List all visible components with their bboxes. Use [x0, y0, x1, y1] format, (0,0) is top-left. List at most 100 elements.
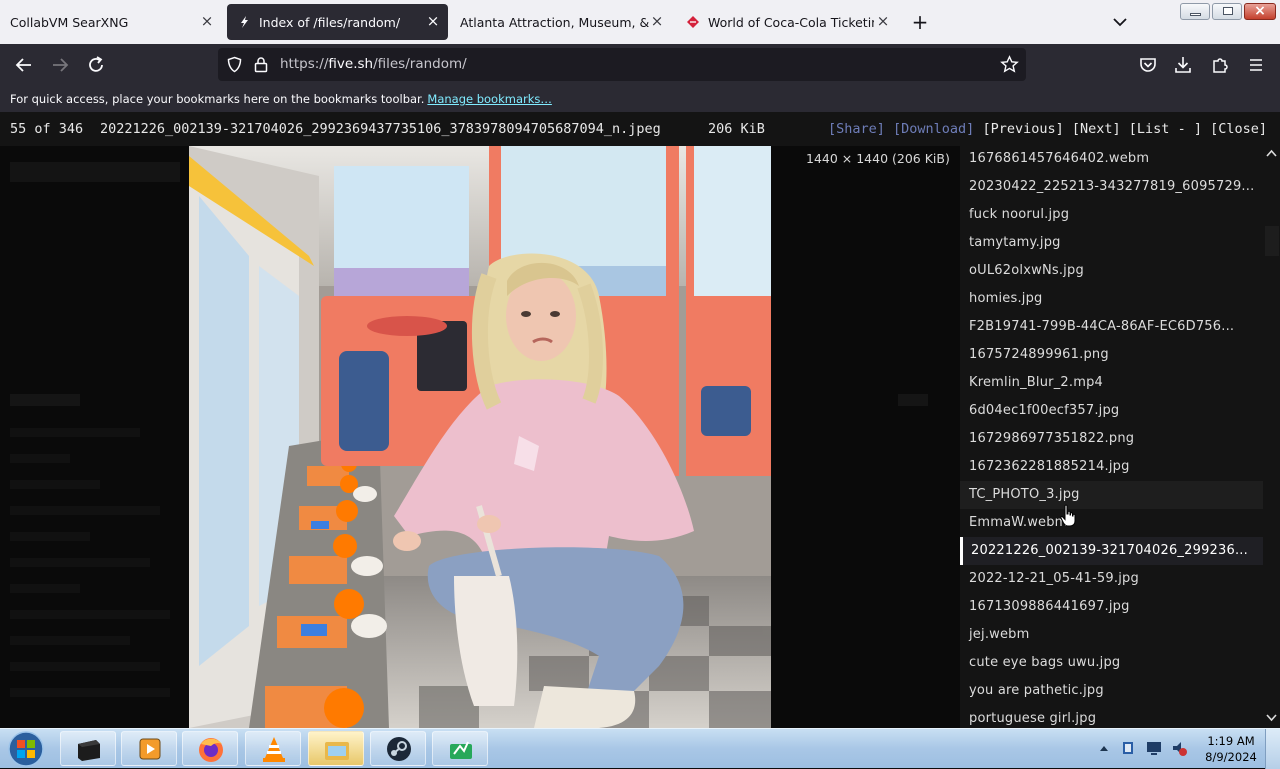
list-toggle-link[interactable]: [List - ]: [1129, 121, 1202, 137]
list-all-tabs-chevron-icon[interactable]: [1110, 12, 1130, 32]
clock-date: 8/9/2024: [1205, 750, 1257, 764]
file-list-item[interactable]: portuguese girl.jpg: [960, 705, 1263, 728]
vlc-icon: [263, 737, 285, 762]
image-dimensions: 1440 × 1440 (206 KiB): [806, 151, 950, 166]
url-host: five.sh: [328, 56, 374, 72]
file-list-item[interactable]: 20221226_002139-321704026_299236...: [960, 537, 1263, 565]
shield-icon[interactable]: [226, 56, 243, 73]
manage-bookmarks-link[interactable]: Manage bookmarks…: [427, 92, 552, 106]
file-list: 1676861457646402.webm 20230422_225213-343…: [960, 146, 1263, 728]
minimize-window-button[interactable]: [1180, 3, 1210, 20]
firefox-icon: [199, 738, 223, 762]
file-list-item[interactable]: 1671309886441697.jpg: [960, 593, 1263, 621]
taskbar-steam[interactable]: [370, 731, 426, 766]
file-list-item[interactable]: TC_PHOTO_3.jpg: [960, 481, 1263, 509]
taskbar-network-tool[interactable]: [432, 731, 488, 766]
file-list-scrollbar[interactable]: [1263, 146, 1280, 728]
media-center-icon: [139, 738, 161, 760]
close-window-button[interactable]: ×: [1244, 3, 1276, 20]
file-list-item[interactable]: fuck noorul.jpg: [960, 201, 1263, 229]
downloads-icon[interactable]: [1171, 53, 1195, 77]
tab-world-of-coca-cola[interactable]: World of Coca-Cola Ticketing Sys ×: [676, 0, 898, 44]
tab-atlanta-attraction[interactable]: Atlanta Attraction, Museum, & Venue ×: [450, 0, 672, 44]
taskbar-file-explorer[interactable]: [308, 731, 364, 766]
close-icon[interactable]: ×: [426, 14, 440, 29]
file-list-item[interactable]: F2B19741-799B-44CA-86AF-EC6D756...: [960, 313, 1263, 341]
extensions-icon[interactable]: [1208, 53, 1232, 77]
gallery-filename: 20221226_002139-321704026_29923694377351…: [100, 121, 661, 137]
five-sh-favicon-icon: [241, 16, 248, 28]
back-arrow-icon[interactable]: [12, 53, 36, 77]
file-list-item[interactable]: Kremlin_Blur_2.mp4: [960, 369, 1263, 397]
file-list-panel: 1676861457646402.webm 20230422_225213-343…: [960, 146, 1280, 728]
gallery-position: 55 of 346: [10, 121, 84, 137]
network-tool-icon: [450, 741, 472, 759]
taskbar-firefox[interactable]: [182, 731, 238, 766]
bookmark-star-icon[interactable]: [1000, 55, 1019, 74]
next-link[interactable]: [Next]: [1072, 121, 1121, 137]
file-list-item[interactable]: 1672362281885214.jpg: [960, 453, 1263, 481]
tab-title: Index of /files/random/: [259, 14, 401, 30]
file-list-item[interactable]: 6d04ec1f00ecf357.jpg: [960, 397, 1263, 425]
network-monitor-icon[interactable]: [1145, 739, 1163, 757]
file-list-item[interactable]: EmmaW.webm: [960, 509, 1263, 537]
gallery-actions: [Share] [Download] [Previous] [Next] [Li…: [828, 121, 1267, 137]
close-icon[interactable]: ×: [876, 14, 890, 29]
forward-arrow-icon[interactable]: [48, 53, 72, 77]
url-path: /files/random/: [373, 56, 467, 72]
download-link[interactable]: [Download]: [893, 121, 974, 137]
start-button-windows-logo-icon[interactable]: [6, 730, 46, 768]
tab-strip: CollabVM SearXNG × Index of /files/rando…: [0, 0, 1280, 44]
gallery-viewer: 1440 × 1440 (206 KiB): [0, 146, 960, 728]
bookmarks-toolbar: For quick access, place your bookmarks h…: [0, 86, 1280, 112]
close-icon[interactable]: ×: [200, 14, 214, 29]
taskbar-terminal[interactable]: [60, 731, 116, 766]
file-list-item[interactable]: homies.jpg: [960, 285, 1263, 313]
scroll-down-chevron-icon[interactable]: [1266, 714, 1277, 722]
file-list-item[interactable]: cute eye bags uwu.jpg: [960, 649, 1263, 677]
taskbar-clock[interactable]: 1:19 AM 8/9/2024: [1200, 733, 1262, 765]
file-list-item[interactable]: you are pathetic.jpg: [960, 677, 1263, 705]
steam-icon: [387, 737, 411, 761]
pocket-icon[interactable]: [1136, 53, 1160, 77]
new-tab-button[interactable]: +: [910, 12, 930, 32]
restore-window-button[interactable]: [1212, 3, 1242, 20]
tab-title: World of Coca-Cola Ticketing Sys: [708, 14, 874, 30]
tab-title: Atlanta Attraction, Museum, & Venue: [460, 14, 650, 30]
show-desktop-button[interactable]: [1265, 729, 1280, 769]
taskbar-media-center[interactable]: [121, 731, 177, 766]
file-list-item[interactable]: 1675724899961.png: [960, 341, 1263, 369]
file-list-item[interactable]: tamytamy.jpg: [960, 229, 1263, 257]
previous-link[interactable]: [Previous]: [982, 121, 1063, 137]
scrollbar-thumb[interactable]: [1265, 226, 1279, 256]
address-bar[interactable]: https://five.sh/files/random/: [218, 48, 1026, 81]
taskbar-vlc[interactable]: [245, 731, 301, 766]
lock-icon[interactable]: [253, 56, 269, 73]
action-center-flag-icon[interactable]: [1120, 739, 1138, 757]
file-list-item[interactable]: 2022-12-21_05-41-59.jpg: [960, 565, 1263, 593]
url-text[interactable]: https://five.sh/files/random/: [280, 56, 467, 72]
close-gallery-link[interactable]: [Close]: [1210, 121, 1267, 137]
tab-index-files-random[interactable]: Index of /files/random/ ×: [227, 4, 448, 40]
scroll-up-chevron-icon[interactable]: [1266, 149, 1277, 157]
windows-taskbar: 1:19 AM 8/9/2024: [0, 728, 1280, 769]
file-list-item[interactable]: jej.webm: [960, 621, 1263, 649]
share-link[interactable]: [Share]: [828, 121, 885, 137]
gallery-header: 55 of 346 20221226_002139-321704026_2992…: [0, 112, 1280, 146]
coca-cola-favicon-icon: [687, 16, 699, 28]
tab-collabvm-searxng[interactable]: CollabVM SearXNG ×: [0, 0, 222, 44]
file-list-item[interactable]: 1676861457646402.webm: [960, 146, 1263, 173]
gallery-photo[interactable]: [189, 146, 771, 728]
file-list-item[interactable]: 20230422_225213-343277819_6095729...: [960, 173, 1263, 201]
gallery-filesize: 206 KiB: [708, 121, 765, 137]
file-list-item[interactable]: oUL62olxwNs.jpg: [960, 257, 1263, 285]
reload-icon[interactable]: [84, 53, 108, 77]
file-list-item[interactable]: 1672986977351822.png: [960, 425, 1263, 453]
navigation-toolbar: https://five.sh/files/random/: [0, 44, 1280, 86]
bookmarks-message: For quick access, place your bookmarks h…: [10, 92, 425, 106]
close-icon[interactable]: ×: [650, 14, 664, 29]
volume-muted-icon[interactable]: [1170, 739, 1188, 757]
show-hidden-icons-chevron-icon[interactable]: [1098, 743, 1110, 753]
application-menu-icon[interactable]: [1244, 53, 1268, 77]
url-prefix: https://: [280, 56, 329, 72]
